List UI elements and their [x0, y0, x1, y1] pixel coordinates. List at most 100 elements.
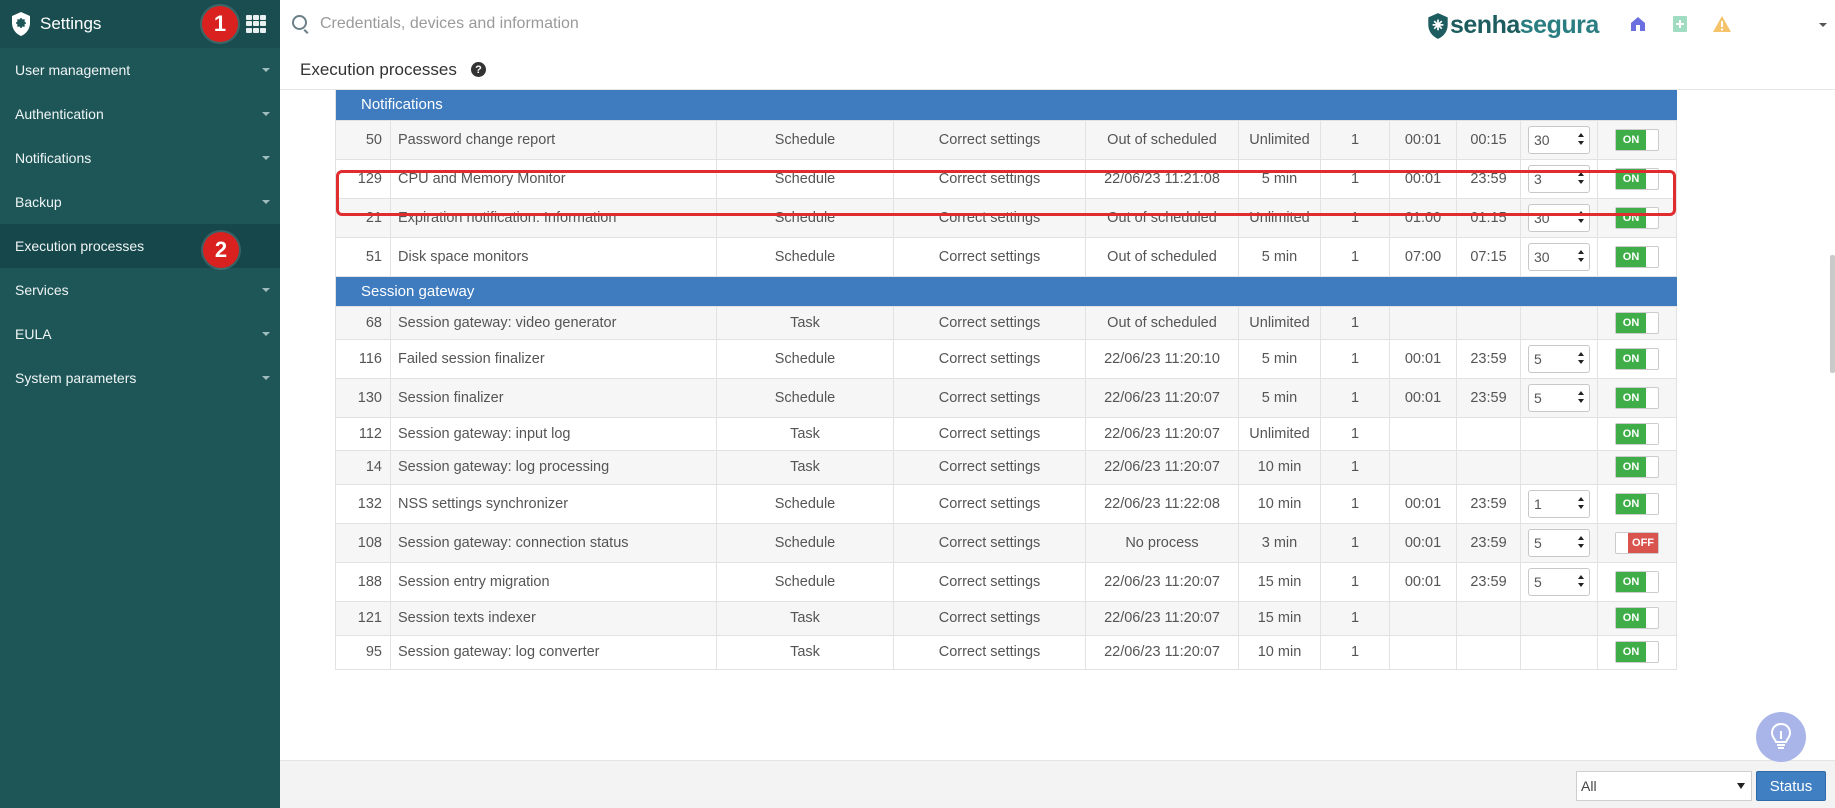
cell-end: 23:59	[1456, 378, 1521, 418]
interval-stepper[interactable]: 30	[1528, 203, 1590, 232]
table-row[interactable]: 129 CPU and Memory Monitor Schedule Correct…	[335, 159, 1678, 199]
warning-icon[interactable]	[1712, 14, 1732, 34]
cell-interval	[1520, 450, 1598, 485]
stepper-arrows-icon[interactable]	[1578, 210, 1584, 223]
cell-name: Session finalizer	[390, 378, 717, 418]
stepper-arrows-icon[interactable]	[1578, 390, 1584, 403]
table-row[interactable]: 21 Expiration notification: Information Sc…	[335, 198, 1678, 238]
stepper-arrows-icon[interactable]	[1578, 574, 1584, 587]
toggle-label: ON	[1616, 207, 1647, 228]
caret-down-icon	[262, 288, 270, 292]
table-row[interactable]: 95 Session gateway: log converter Task Corr…	[335, 635, 1678, 670]
enabled-toggle[interactable]: ON	[1615, 245, 1660, 268]
interval-stepper[interactable]: 5	[1528, 344, 1590, 373]
cell-enabled: ON	[1597, 339, 1678, 379]
cell-name: Session gateway: connection status	[390, 523, 717, 563]
enabled-toggle[interactable]: ON	[1615, 456, 1660, 478]
table-row[interactable]: 130 Session finalizer Schedule Correct sett…	[335, 378, 1678, 418]
cell-enabled: ON	[1597, 417, 1678, 451]
stepper-arrows-icon[interactable]	[1578, 535, 1584, 548]
sidebar-item-system-parameters[interactable]: System parameters	[0, 356, 280, 400]
cell-timeout: Unlimited	[1238, 120, 1321, 160]
enabled-toggle[interactable]: ON	[1615, 167, 1660, 190]
sidebar-item-notifications[interactable]: Notifications	[0, 136, 280, 180]
sidebar-item-services[interactable]: Services	[0, 268, 280, 312]
toggle-label: ON	[1616, 387, 1647, 408]
cell-interval: 30	[1520, 198, 1598, 238]
table-row[interactable]: 68 Session gateway: video generator Task Co…	[335, 306, 1678, 340]
stepper-arrows-icon[interactable]	[1578, 351, 1584, 364]
apps-grid-icon[interactable]	[246, 15, 266, 33]
cell-status: Correct settings	[893, 378, 1086, 418]
cell-enabled: ON	[1597, 159, 1678, 199]
table-row[interactable]: 108 Session gateway: connection status Sch…	[335, 523, 1678, 563]
table-row[interactable]: 116 Failed session finalizer Schedule Corre…	[335, 339, 1678, 379]
cell-interval	[1520, 417, 1598, 451]
cell-interval: 30	[1520, 120, 1598, 160]
cell-interval: 5	[1520, 339, 1598, 379]
search-input[interactable]	[320, 12, 820, 36]
toggle-label: ON	[1616, 493, 1647, 514]
help-icon[interactable]: ?	[471, 62, 486, 77]
cell-name: Session entry migration	[390, 562, 717, 602]
enabled-toggle[interactable]: ON	[1615, 492, 1660, 515]
interval-stepper[interactable]: 1	[1528, 489, 1590, 518]
enabled-toggle[interactable]: ON	[1615, 128, 1660, 151]
cell-name: NSS settings synchronizer	[390, 484, 717, 524]
cell-enabled: ON	[1597, 601, 1678, 636]
enabled-toggle[interactable]: ON	[1615, 206, 1660, 229]
sidebar-header: Settings	[0, 0, 280, 48]
table-row[interactable]: 112 Session gateway: input log Task Correct…	[335, 417, 1678, 451]
table-row[interactable]: 121 Session texts indexer Task Correct sett…	[335, 601, 1678, 636]
add-document-icon[interactable]	[1670, 14, 1690, 34]
scrollbar-thumb[interactable]	[1830, 255, 1835, 373]
lightbulb-icon[interactable]	[1756, 712, 1806, 762]
cell-enabled: ON	[1597, 378, 1678, 418]
toggle-label: OFF	[1628, 532, 1659, 553]
interval-stepper[interactable]: 3	[1528, 164, 1590, 193]
sidebar-item-authentication[interactable]: Authentication	[0, 92, 280, 136]
home-icon[interactable]	[1628, 14, 1648, 34]
enabled-toggle[interactable]: OFF	[1615, 531, 1660, 554]
interval-stepper[interactable]: 30	[1528, 125, 1590, 154]
status-button[interactable]: Status	[1756, 771, 1826, 801]
cell-end: 07:15	[1456, 237, 1521, 277]
table-row[interactable]: 14 Session gateway: log processing Task Cor…	[335, 450, 1678, 485]
interval-value: 5	[1534, 573, 1542, 590]
cell-type: Schedule	[716, 237, 894, 277]
user-menu-caret-icon[interactable]	[1813, 14, 1833, 34]
page-title: Execution processes	[300, 60, 457, 79]
cell-last: 22/06/23 11:20:07	[1085, 601, 1239, 636]
status-filter-select[interactable]: All	[1576, 771, 1752, 801]
sidebar-item-user-management[interactable]: User management	[0, 48, 280, 92]
cell-enabled: ON	[1597, 484, 1678, 524]
interval-stepper[interactable]: 30	[1528, 242, 1590, 271]
stepper-arrows-icon[interactable]	[1578, 132, 1584, 145]
interval-stepper[interactable]: 5	[1528, 383, 1590, 412]
toggle-label: ON	[1616, 168, 1647, 189]
interval-stepper[interactable]: 5	[1528, 567, 1590, 596]
enabled-toggle[interactable]: ON	[1615, 347, 1660, 370]
cell-timeout: 5 min	[1238, 237, 1321, 277]
table-row[interactable]: 188 Session entry migration Schedule Correc…	[335, 562, 1678, 602]
stepper-arrows-icon[interactable]	[1578, 496, 1584, 509]
cell-instances: 1	[1320, 562, 1390, 602]
sidebar-item-eula[interactable]: EULA	[0, 312, 280, 356]
enabled-toggle[interactable]: ON	[1615, 570, 1660, 593]
brand-logo[interactable]: senhasegura	[1426, 11, 1599, 40]
table-row[interactable]: 132 NSS settings synchronizer Schedule Corr…	[335, 484, 1678, 524]
table-row[interactable]: 51 Disk space monitors Schedule Correct set…	[335, 237, 1678, 277]
enabled-toggle[interactable]: ON	[1615, 641, 1660, 663]
enabled-toggle[interactable]: ON	[1615, 607, 1660, 629]
enabled-toggle[interactable]: ON	[1615, 311, 1660, 334]
table-row[interactable]: 50 Password change report Schedule Correct …	[335, 120, 1678, 160]
sidebar-item-backup[interactable]: Backup	[0, 180, 280, 224]
enabled-toggle[interactable]: ON	[1615, 386, 1660, 409]
search-icon[interactable]	[292, 15, 307, 30]
page-header: Execution processes ?	[280, 48, 1835, 90]
interval-stepper[interactable]: 5	[1528, 528, 1590, 557]
stepper-arrows-icon[interactable]	[1578, 171, 1584, 184]
enabled-toggle[interactable]: ON	[1615, 422, 1660, 445]
brand-name: senhasegura	[1450, 11, 1599, 40]
stepper-arrows-icon[interactable]	[1578, 249, 1584, 262]
